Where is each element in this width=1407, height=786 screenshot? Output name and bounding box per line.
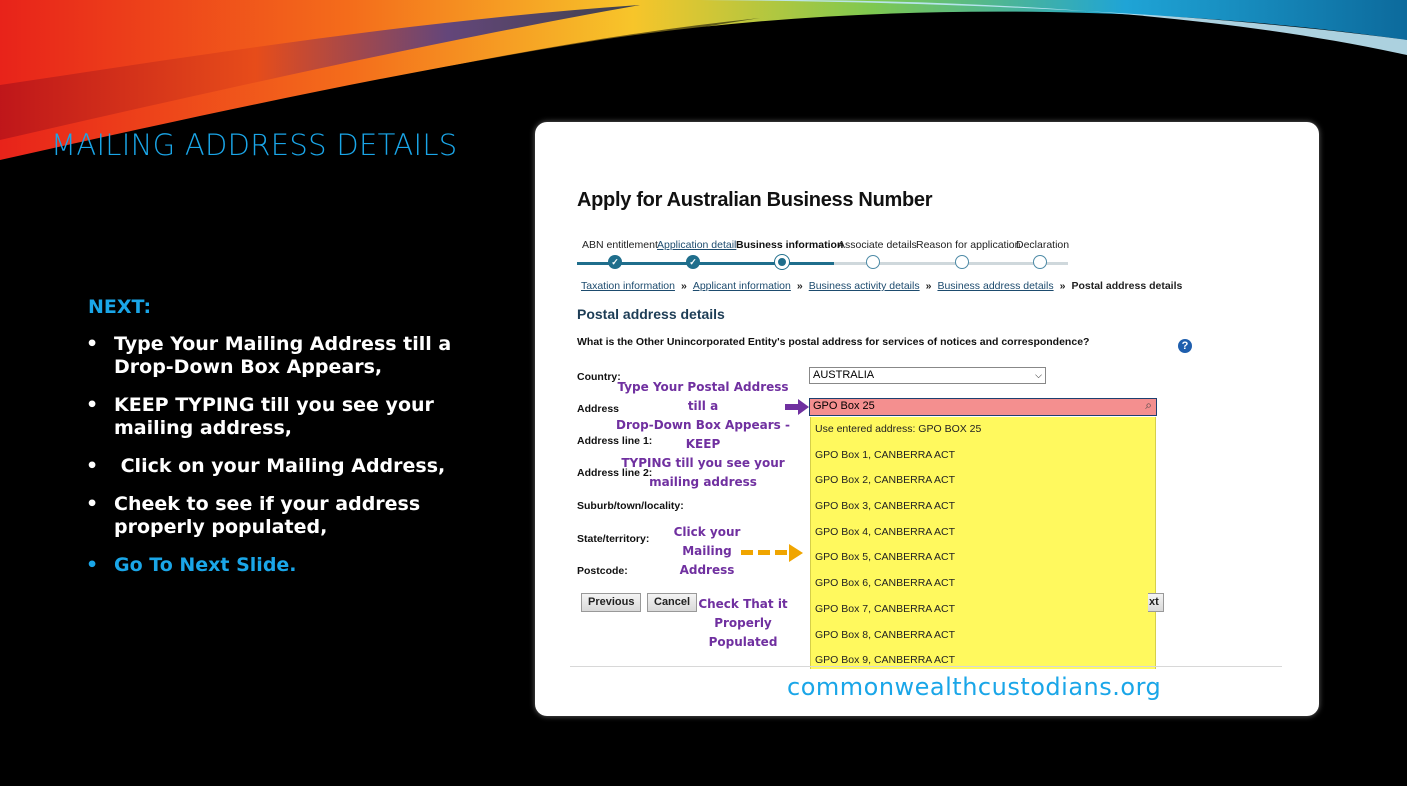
arrow-right-icon bbox=[785, 399, 809, 415]
postcode-label: Postcode: bbox=[577, 565, 628, 577]
type-address-annotation: Type Your Postal Address till a Drop-Dow… bbox=[616, 380, 790, 489]
help-icon[interactable]: ? bbox=[1178, 339, 1192, 353]
chevron-down-icon: ⌵ bbox=[1035, 370, 1042, 380]
check-icon: ✓ bbox=[608, 255, 622, 269]
dashed-arrow-right-icon bbox=[741, 544, 803, 562]
address-search-value: GPO Box 25 bbox=[813, 400, 875, 412]
suggestion-item[interactable]: GPO Box 6, CANBERRA ACT bbox=[811, 571, 1155, 597]
suburb-label: Suburb/town/locality: bbox=[577, 500, 684, 512]
divider bbox=[570, 666, 1282, 667]
form-screenshot-panel: Apply for Australian Business Number ABN… bbox=[535, 122, 1319, 716]
suggestion-item[interactable]: GPO Box 3, CANBERRA ACT bbox=[811, 494, 1155, 520]
instruction-list: Type Your Mailing Address till a Drop-Do… bbox=[86, 333, 486, 592]
instruction-item: Type Your Mailing Address till a Drop-Do… bbox=[86, 333, 486, 379]
cancel-button[interactable]: Cancel bbox=[647, 593, 698, 612]
suggestion-item[interactable]: GPO Box 4, CANBERRA ACT bbox=[811, 520, 1155, 546]
breadcrumb-postal-address-details: Postal address details bbox=[1071, 280, 1183, 292]
check-populated-annotation: Check That it Properly Populated bbox=[698, 597, 788, 649]
instruction-item: Cheek to see if your address properly po… bbox=[86, 493, 486, 539]
website-url: commonwealthcustodians.org bbox=[787, 673, 1162, 701]
suggestion-item[interactable]: GPO Box 8, CANBERRA ACT bbox=[811, 623, 1155, 649]
pending-step-icon bbox=[955, 255, 969, 269]
check-icon: ✓ bbox=[686, 255, 700, 269]
pending-step-icon bbox=[866, 255, 880, 269]
step-reason-for-application[interactable]: Reason for application bbox=[916, 239, 1020, 251]
step-business-information[interactable]: Business information bbox=[736, 239, 843, 251]
country-select[interactable]: AUSTRALIA ⌵ bbox=[809, 367, 1046, 384]
postal-address-question: What is the Other Unincorporated Entity'… bbox=[577, 336, 1090, 348]
breadcrumb-taxation-information[interactable]: Taxation information bbox=[581, 280, 675, 292]
instruction-item-next-slide: Go To Next Slide. bbox=[86, 554, 486, 577]
suggestion-item[interactable]: GPO Box 7, CANBERRA ACT bbox=[811, 597, 1155, 623]
address-search-input[interactable]: GPO Box 25 ⌕ bbox=[809, 398, 1157, 416]
breadcrumb: Taxation information» Applicant informati… bbox=[581, 280, 1183, 292]
pending-step-icon bbox=[1033, 255, 1047, 269]
step-associate-details[interactable]: Associate details bbox=[838, 239, 917, 251]
suggestion-item[interactable]: GPO Box 2, CANBERRA ACT bbox=[811, 468, 1155, 494]
breadcrumb-applicant-information[interactable]: Applicant information bbox=[693, 280, 791, 292]
current-step-icon bbox=[775, 255, 789, 269]
address-suggestion-dropdown: Use entered address: GPO BOX 25 GPO Box … bbox=[810, 417, 1156, 669]
step-declaration[interactable]: Declaration bbox=[1016, 239, 1069, 251]
instruction-item: KEEP TYPING till you see your mailing ad… bbox=[86, 394, 486, 440]
previous-button[interactable]: Previous bbox=[581, 593, 642, 612]
instruction-item: Click on your Mailing Address, bbox=[86, 455, 486, 478]
step-abn-entitlement[interactable]: ABN entitlement bbox=[582, 239, 658, 251]
slide-title: MAILING ADDRESS DETAILS bbox=[51, 128, 458, 162]
next-heading: NEXT: bbox=[88, 296, 152, 318]
form-title: Apply for Australian Business Number bbox=[577, 189, 933, 211]
suggestion-item[interactable]: GPO Box 1, CANBERRA ACT bbox=[811, 443, 1155, 469]
breadcrumb-business-address-details[interactable]: Business address details bbox=[937, 280, 1053, 292]
progress-steps: ABN entitlement Application detail Busin… bbox=[577, 239, 1069, 269]
step-application-detail[interactable]: Application detail bbox=[657, 239, 736, 251]
search-icon: ⌕ bbox=[1145, 398, 1152, 412]
section-heading: Postal address details bbox=[577, 306, 725, 322]
breadcrumb-business-activity-details[interactable]: Business activity details bbox=[809, 280, 920, 292]
state-label: State/territory: bbox=[577, 533, 650, 545]
suggestion-item[interactable]: GPO Box 5, CANBERRA ACT bbox=[811, 545, 1155, 571]
country-select-value: AUSTRALIA bbox=[813, 369, 875, 381]
suggestion-use-entered-address[interactable]: Use entered address: GPO BOX 25 bbox=[811, 417, 1155, 443]
next-button[interactable]: xt bbox=[1148, 593, 1164, 612]
